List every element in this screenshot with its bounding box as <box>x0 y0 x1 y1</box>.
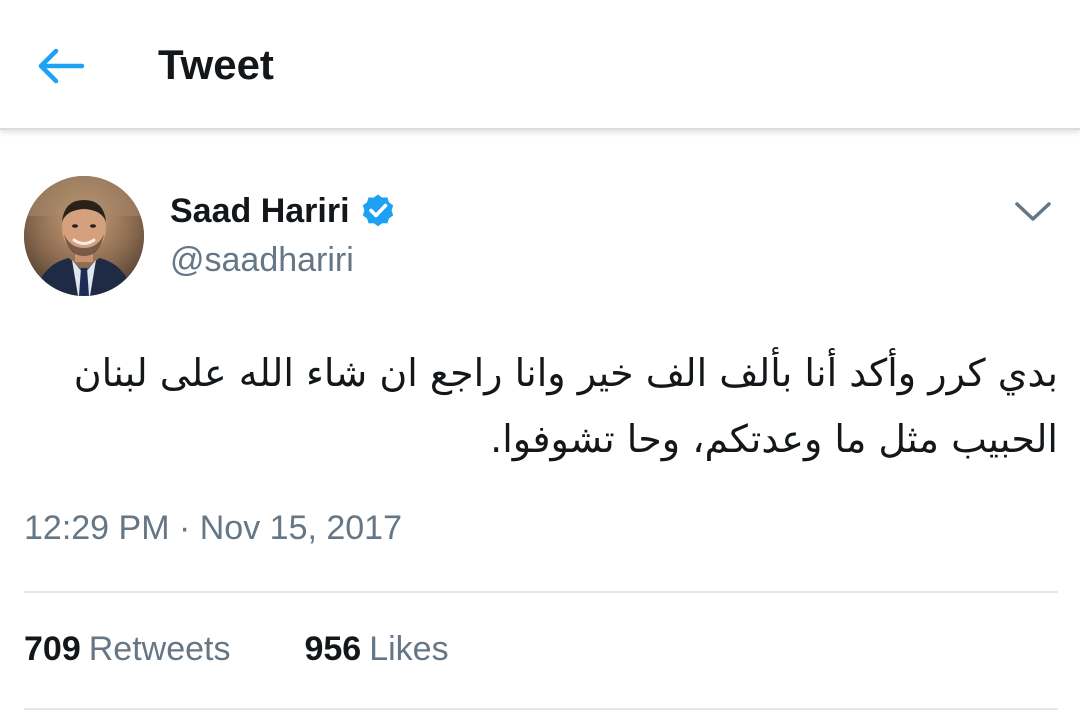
tweet-timestamp[interactable]: 12:29 PM · Nov 15, 2017 <box>24 506 402 550</box>
verified-badge-icon <box>360 193 396 229</box>
author-name-row: Saad Hariri <box>170 188 396 234</box>
tweet-stats: 709 Retweets 956 Likes <box>24 626 449 672</box>
tweet-text-line: الحبيب مثل ما وعدتكم، وحا تشوفوا. <box>490 417 1058 461</box>
retweets-stat[interactable]: 709 Retweets <box>24 626 230 672</box>
author-handle[interactable]: @saadhariri <box>170 238 354 282</box>
tweet-menu-button[interactable] <box>1008 192 1058 232</box>
avatar-photo <box>24 176 144 296</box>
divider <box>24 591 1058 593</box>
retweets-count: 709 <box>24 630 81 668</box>
page-title: Tweet <box>158 41 274 88</box>
author-display-name[interactable]: Saad Hariri <box>170 188 350 234</box>
chevron-down-icon <box>1015 202 1051 221</box>
tweet-text-line: بدي كرر وأكد أنا بألف الف خير وانا راجع … <box>73 351 1058 395</box>
divider <box>24 708 1058 710</box>
likes-stat[interactable]: 956 Likes <box>304 626 448 672</box>
top-app-bar: Tweet <box>0 0 1080 130</box>
avatar[interactable] <box>24 176 144 296</box>
tweet-body: بدي كرر وأكد أنا بألف الف خير وانا راجع … <box>24 340 1058 472</box>
retweets-label: Retweets <box>88 630 231 668</box>
arrow-left-icon <box>38 48 85 84</box>
likes-label: Likes <box>369 630 449 668</box>
back-button[interactable] <box>30 38 90 94</box>
likes-count: 956 <box>304 630 362 668</box>
